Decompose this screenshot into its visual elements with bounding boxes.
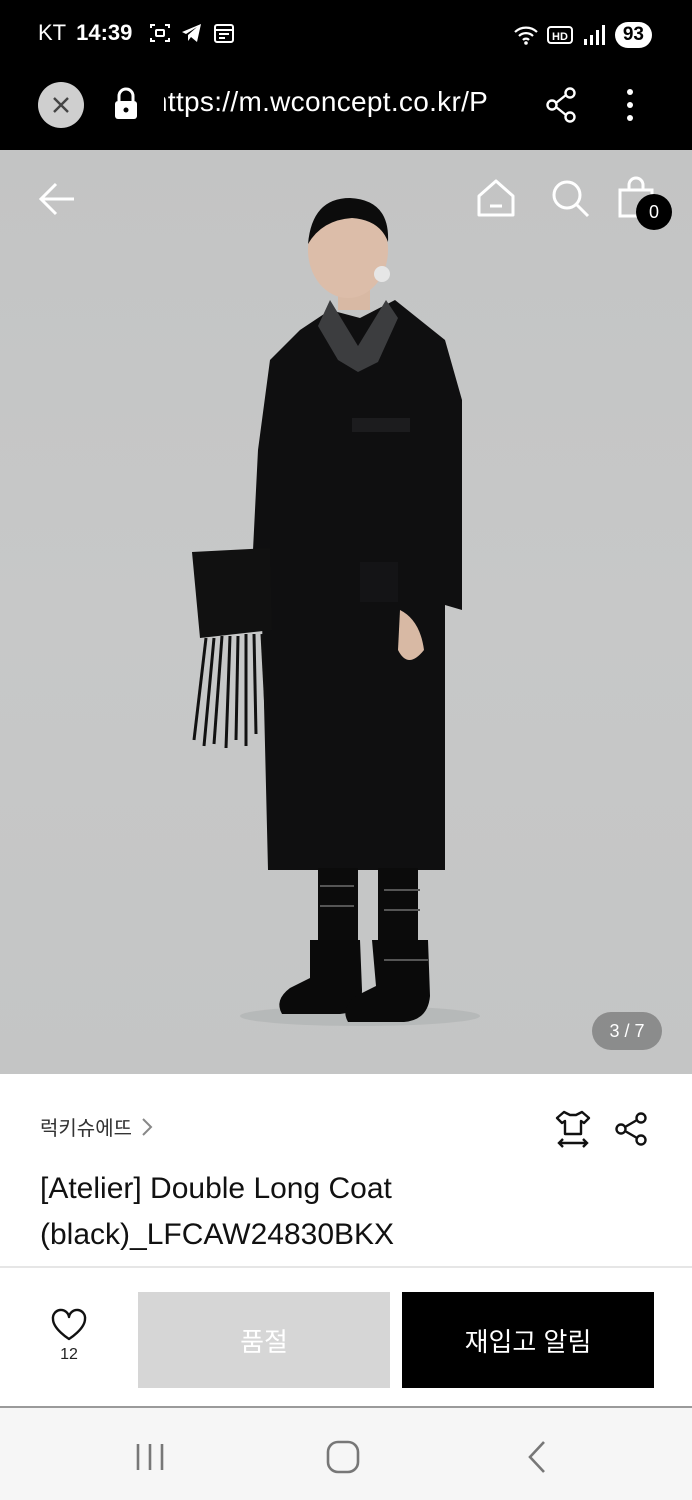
- recent-apps-icon[interactable]: [130, 1440, 170, 1474]
- heart-icon: [51, 1308, 87, 1341]
- close-tab-button[interactable]: [38, 82, 84, 128]
- wifi-icon: [514, 26, 538, 45]
- wish-count: 12: [60, 1346, 78, 1363]
- search-icon[interactable]: [548, 176, 592, 220]
- status-right: HD 93: [513, 22, 652, 48]
- purchase-action-bar: 12 품절 재입고 알림: [0, 1268, 692, 1406]
- brand-name: 럭키슈에뜨: [40, 1116, 132, 1140]
- status-bar: KT 14:39 HD 93: [0, 0, 692, 72]
- size-guide-icon[interactable]: [554, 1108, 592, 1148]
- carrier-label: KT: [38, 20, 67, 45]
- product-share-icon[interactable]: [612, 1110, 650, 1148]
- back-nav-icon[interactable]: [522, 1438, 552, 1476]
- brand-link[interactable]: 럭키슈에뜨: [40, 1112, 154, 1141]
- clock: 14:39: [76, 20, 133, 45]
- chevron-right-icon: [142, 1117, 153, 1136]
- hero-nav: 0: [0, 150, 692, 250]
- lock-icon: [115, 87, 137, 119]
- restock-alert-button[interactable]: 재입고 알림: [402, 1292, 654, 1388]
- cart-count-badge: 0: [636, 194, 672, 230]
- screenshot-icon: [150, 24, 171, 42]
- product-image[interactable]: 0 3 / 7: [0, 150, 692, 1074]
- battery-indicator: 93: [614, 22, 652, 48]
- calendar-icon: [214, 24, 235, 43]
- model-photo: [192, 198, 480, 1026]
- home-nav-icon[interactable]: [324, 1438, 362, 1476]
- address-bar[interactable]: https://m.wconcept.co.kr/P: [164, 86, 516, 118]
- back-arrow-icon[interactable]: [36, 178, 78, 220]
- wishlist-button[interactable]: 12: [40, 1308, 98, 1364]
- hd-icon: HD: [546, 26, 573, 44]
- product-title: [Atelier] Double Long Coat (black)_LFCAW…: [40, 1166, 640, 1258]
- home-icon[interactable]: [474, 176, 518, 220]
- url-text: https://m.wconcept.co.kr/P: [164, 86, 489, 117]
- image-page-indicator: 3 / 7: [592, 1012, 662, 1050]
- sold-out-button[interactable]: 품절: [138, 1292, 390, 1388]
- system-nav-bar: [0, 1406, 692, 1500]
- status-left: KT 14:39: [38, 20, 236, 46]
- more-vert-icon[interactable]: [618, 86, 642, 124]
- telegram-icon: [182, 24, 202, 42]
- svg-text:HD: HD: [552, 31, 568, 43]
- signal-icon: [583, 25, 605, 45]
- product-info: 럭키슈에뜨 [Atelier] Double Long Coat (black)…: [0, 1074, 692, 1266]
- product-title-line-2: (black)_LFCAW24830BKX: [40, 1218, 395, 1251]
- share-icon[interactable]: [544, 86, 578, 124]
- product-title-line-1: [Atelier] Double Long Coat: [40, 1172, 392, 1205]
- browser-toolbar: https://m.wconcept.co.kr/P: [0, 72, 692, 150]
- close-icon: [53, 97, 69, 113]
